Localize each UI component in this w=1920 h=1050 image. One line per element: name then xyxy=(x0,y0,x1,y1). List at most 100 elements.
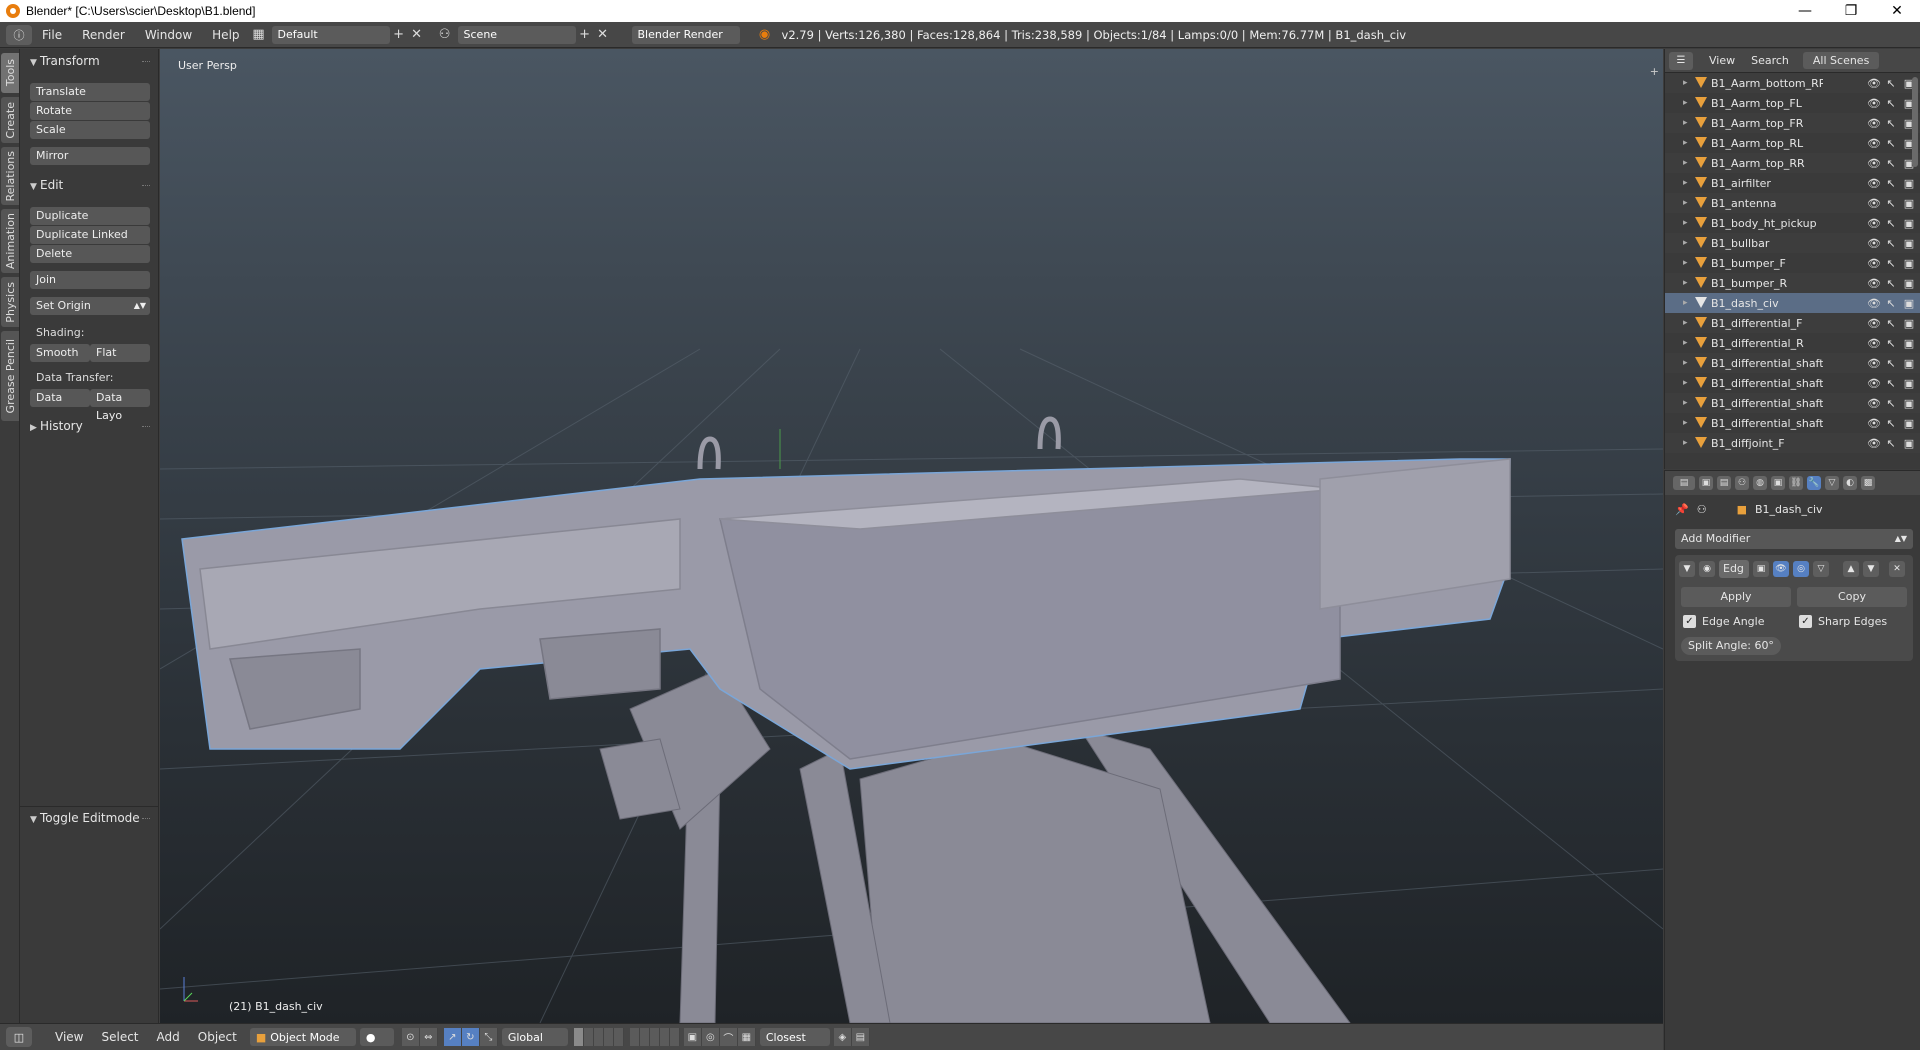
visibility-eye-icon[interactable]: 👁 xyxy=(1867,357,1881,370)
selectability-arrow-icon[interactable]: ↖ xyxy=(1885,397,1897,410)
remove-layout-icon[interactable]: ✕ xyxy=(408,26,426,44)
tab-tools[interactable]: Tools xyxy=(1,53,19,93)
expand-icon[interactable]: ▸ xyxy=(1683,238,1693,248)
menu-object[interactable]: Object xyxy=(189,1030,246,1044)
expand-icon[interactable]: ▸ xyxy=(1683,178,1693,188)
selectability-arrow-icon[interactable]: ↖ xyxy=(1885,277,1897,290)
selectability-arrow-icon[interactable]: ↖ xyxy=(1885,337,1897,350)
visibility-eye-icon[interactable]: 👁 xyxy=(1867,197,1881,210)
expand-icon[interactable]: ▸ xyxy=(1683,438,1693,448)
orientation-select[interactable]: Global xyxy=(501,1028,568,1046)
scale-button[interactable]: Scale xyxy=(30,121,150,139)
opengl-render-icon[interactable]: ◈ xyxy=(833,1028,852,1046)
remove-modifier-icon[interactable]: ✕ xyxy=(1889,561,1905,577)
outliner-row[interactable]: ▸ B1_Aarm_top_FL 👁 ↖ ▣ xyxy=(1665,93,1920,113)
outliner-scrollbar[interactable] xyxy=(1912,77,1918,167)
mode-select[interactable]: ■ Object Mode xyxy=(249,1028,356,1046)
menu-window[interactable]: Window xyxy=(135,28,202,42)
set-origin-dropdown[interactable]: Set Origin ▲▼ xyxy=(30,297,150,315)
split-angle-field[interactable]: Split Angle: 60° xyxy=(1681,637,1781,655)
tab-create[interactable]: Create xyxy=(1,97,19,143)
modifiers-tab-icon[interactable]: 🔧 xyxy=(1807,476,1821,490)
scale-manipulator-icon[interactable]: ⤡ xyxy=(479,1028,498,1046)
selectability-arrow-icon[interactable]: ↖ xyxy=(1885,417,1897,430)
layers-grid-2[interactable] xyxy=(629,1028,680,1046)
translate-button[interactable]: Translate xyxy=(30,83,150,101)
close-button[interactable]: ✕ xyxy=(1874,0,1920,22)
expand-icon[interactable]: ▸ xyxy=(1683,138,1693,148)
world-tab-icon[interactable]: ◍ xyxy=(1753,476,1767,490)
editor-type-icon[interactable]: ◫ xyxy=(6,1027,32,1047)
selectability-arrow-icon[interactable]: ↖ xyxy=(1885,197,1897,210)
outliner-row[interactable]: ▸ B1_differential_F 👁 ↖ ▣ xyxy=(1665,313,1920,333)
properties-editor-icon[interactable]: ▤ xyxy=(1673,476,1695,490)
move-down-icon[interactable]: ▼ xyxy=(1863,561,1879,577)
outliner-row[interactable]: ▸ B1_bumper_F 👁 ↖ ▣ xyxy=(1665,253,1920,273)
visibility-eye-icon[interactable]: 👁 xyxy=(1867,117,1881,130)
visibility-eye-icon[interactable]: 👁 xyxy=(1867,397,1881,410)
proportional-edit-icon[interactable]: ◎ xyxy=(701,1028,720,1046)
visibility-eye-icon[interactable]: 👁 xyxy=(1867,97,1881,110)
remove-scene-icon[interactable]: ✕ xyxy=(594,26,612,44)
collapse-triangle-icon[interactable]: ▼ xyxy=(1679,561,1695,577)
outliner-menu-view[interactable]: View xyxy=(1701,54,1743,67)
tab-physics[interactable]: Physics xyxy=(1,277,19,327)
renderability-camera-icon[interactable]: ▣ xyxy=(1903,337,1915,350)
expand-icon[interactable]: ▸ xyxy=(1683,338,1693,348)
visibility-eye-icon[interactable]: 👁 xyxy=(1867,277,1881,290)
outliner-row[interactable]: ▸ B1_bumper_R 👁 ↖ ▣ xyxy=(1665,273,1920,293)
outliner-row[interactable]: ▸ B1_differential_R 👁 ↖ ▣ xyxy=(1665,333,1920,353)
copy-button[interactable]: Copy xyxy=(1797,587,1907,607)
expand-icon[interactable]: ▸ xyxy=(1683,398,1693,408)
render-layers-tab-icon[interactable]: ▤ xyxy=(1717,476,1731,490)
info-editor-icon[interactable]: ⓘ xyxy=(6,24,32,45)
material-tab-icon[interactable]: ◐ xyxy=(1843,476,1857,490)
visibility-eye-icon[interactable]: 👁 xyxy=(1867,257,1881,270)
sharp-edges-checkbox[interactable]: ✓ Sharp Edges xyxy=(1799,615,1887,628)
outliner-row[interactable]: ▸ B1_Aarm_top_RL 👁 ↖ ▣ xyxy=(1665,133,1920,153)
visibility-eye-icon[interactable]: 👁 xyxy=(1867,297,1881,310)
add-layout-icon[interactable]: + xyxy=(390,26,408,44)
expand-icon[interactable]: ▸ xyxy=(1683,418,1693,428)
renderability-camera-icon[interactable]: ▣ xyxy=(1903,257,1915,270)
show-viewport-icon[interactable]: 👁 xyxy=(1773,561,1789,577)
maximize-button[interactable]: ❐ xyxy=(1828,0,1874,22)
pivot-icon[interactable]: ⊙ xyxy=(401,1028,420,1046)
layout-field[interactable]: Default xyxy=(271,25,390,44)
outliner-row[interactable]: ▸ B1_Aarm_bottom_RR 👁 ↖ ▣ xyxy=(1665,73,1920,93)
outliner-menu-search[interactable]: Search xyxy=(1743,54,1797,67)
minimize-button[interactable]: — xyxy=(1782,0,1828,22)
apply-button[interactable]: Apply xyxy=(1681,587,1791,607)
renderability-camera-icon[interactable]: ▣ xyxy=(1903,397,1915,410)
modifier-name-field[interactable]: Edg xyxy=(1719,560,1749,578)
visibility-eye-icon[interactable]: 👁 xyxy=(1867,177,1881,190)
duplicate-button[interactable]: Duplicate xyxy=(30,207,150,225)
add-modifier-dropdown[interactable]: Add Modifier ▲▼ xyxy=(1675,529,1913,549)
smooth-button[interactable]: Smooth xyxy=(30,344,90,362)
expand-icon[interactable]: ▸ xyxy=(1683,198,1693,208)
renderability-camera-icon[interactable]: ▣ xyxy=(1903,237,1915,250)
expand-icon[interactable]: ▸ xyxy=(1683,378,1693,388)
menu-select[interactable]: Select xyxy=(92,1030,147,1044)
transform-panel-header[interactable]: ▼ Transform xyxy=(30,54,100,68)
render-tab-icon[interactable]: ▣ xyxy=(1699,476,1713,490)
selectability-arrow-icon[interactable]: ↖ xyxy=(1885,357,1897,370)
renderability-camera-icon[interactable]: ▣ xyxy=(1903,217,1915,230)
renderability-camera-icon[interactable]: ▣ xyxy=(1903,377,1915,390)
delete-button[interactable]: Delete xyxy=(30,245,150,263)
renderability-camera-icon[interactable]: ▣ xyxy=(1903,197,1915,210)
selectability-arrow-icon[interactable]: ↖ xyxy=(1885,237,1897,250)
expand-icon[interactable]: ▸ xyxy=(1683,358,1693,368)
outliner-row[interactable]: ▸ B1_antenna 👁 ↖ ▣ xyxy=(1665,193,1920,213)
edit-panel-header[interactable]: ▼ Edit xyxy=(30,178,63,192)
visibility-eye-icon[interactable]: 👁 xyxy=(1867,217,1881,230)
display-mode-select[interactable]: All Scenes xyxy=(1802,52,1880,69)
visibility-eye-icon[interactable]: 👁 xyxy=(1867,417,1881,430)
selectability-arrow-icon[interactable]: ↖ xyxy=(1885,317,1897,330)
constraints-tab-icon[interactable]: ⛓ xyxy=(1789,476,1803,490)
add-scene-icon[interactable]: + xyxy=(576,26,594,44)
tab-animation[interactable]: Animation xyxy=(1,209,19,273)
rotate-manipulator-icon[interactable]: ↻ xyxy=(461,1028,480,1046)
menu-add[interactable]: Add xyxy=(148,1030,189,1044)
outliner-row[interactable]: ▸ B1_differential_shaft_FI 👁 ↖ ▣ xyxy=(1665,373,1920,393)
